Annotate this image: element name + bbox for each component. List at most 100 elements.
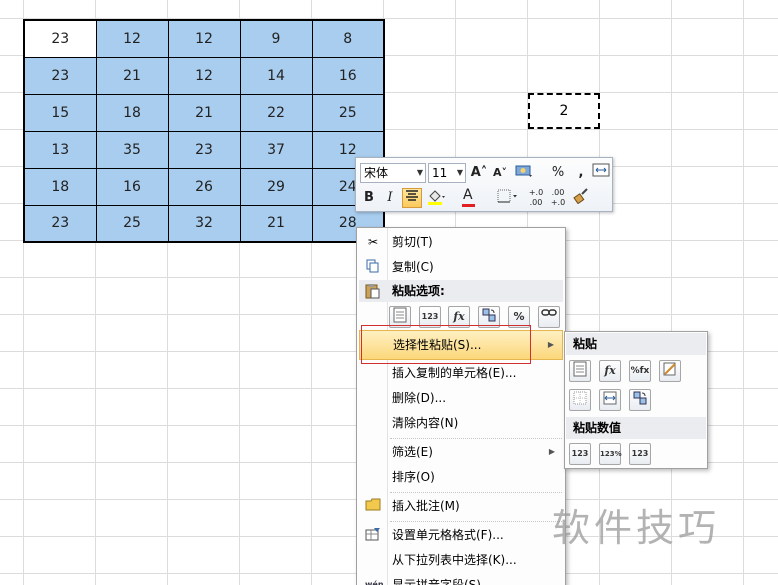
grid-cell[interactable]: 14 xyxy=(239,56,313,95)
comment-icon xyxy=(365,498,381,514)
grid-cell[interactable]: 12 xyxy=(167,19,241,58)
menu-item-label: 清除内容(N) xyxy=(392,416,459,430)
grid-cell[interactable]: 16 xyxy=(311,56,385,95)
menu-item-clear[interactable]: 清除内容(N) xyxy=(359,411,563,435)
grid-cell[interactable]: 12 xyxy=(95,19,169,58)
paste-values-icon[interactable]: 123 xyxy=(569,443,591,465)
font-name-value: 宋体 xyxy=(364,166,389,180)
grid-cell[interactable]: 9 xyxy=(239,19,313,58)
borders-icon[interactable] xyxy=(497,188,517,208)
menu-item-copy[interactable]: 复制(C) xyxy=(359,255,563,279)
chevron-down-icon: ▼ xyxy=(456,168,463,177)
grid-row: 23 21 12 14 16 xyxy=(23,56,385,95)
grid-cell[interactable]: 23 xyxy=(23,19,97,58)
italic-button[interactable]: I xyxy=(380,188,400,208)
grid-cell[interactable]: 32 xyxy=(167,204,241,243)
menu-item-sort[interactable]: 排序(O) xyxy=(359,465,563,489)
paste-link-icon[interactable] xyxy=(538,306,560,328)
grid-cell[interactable]: 16 xyxy=(95,167,169,206)
grid-row: 18 16 26 29 24 xyxy=(23,167,385,206)
menu-item-cut[interactable]: ✂ 剪切(T) xyxy=(359,230,563,254)
copied-cell[interactable]: 2 xyxy=(528,93,600,129)
grid-cell[interactable]: 22 xyxy=(239,93,313,132)
grid-cell[interactable]: 13 xyxy=(23,130,97,169)
menu-separator xyxy=(390,438,562,439)
font-size-combo[interactable]: 11 ▼ xyxy=(428,163,466,183)
font-name-combo[interactable]: 宋体 ▼ xyxy=(360,163,426,183)
paste-values-number-format-icon[interactable]: 123% xyxy=(599,443,622,465)
comma-style-button[interactable]: , xyxy=(571,163,591,183)
menu-item-format-cells[interactable]: 设置单元格格式(F)... xyxy=(359,523,563,547)
watermark: 软件技巧 xyxy=(552,506,721,550)
percent-style-button[interactable]: % xyxy=(548,163,568,183)
data-grid: 23 12 12 9 8 23 21 12 14 16 15 18 21 22 25 13 35 23 37 12 18… xyxy=(23,19,385,243)
menu-item-phonetic[interactable]: wén 显示拼音字段(S) xyxy=(359,573,563,585)
menu-item-label: 插入批注(M) xyxy=(392,499,460,513)
grid-cell[interactable]: 21 xyxy=(167,93,241,132)
menu-item-label: 剪切(T) xyxy=(392,235,433,249)
grid-cell[interactable]: 12 xyxy=(167,56,241,95)
grid-cell[interactable]: 35 xyxy=(95,130,169,169)
scissors-icon: ✂ xyxy=(367,235,379,249)
grid-cell[interactable]: 26 xyxy=(167,167,241,206)
grid-cell[interactable]: 23 xyxy=(23,56,97,95)
paste-formulas-icon[interactable]: fx xyxy=(599,360,621,382)
copy-icon xyxy=(365,259,381,275)
font-color-letter: A xyxy=(463,187,473,203)
phonetic-icon: wén xyxy=(365,580,384,585)
decrease-decimal-button[interactable]: .00 +.0 xyxy=(548,188,568,208)
paste-submenu: 粘贴 fx %fx 粘贴数值 123 123% 123 xyxy=(564,331,708,469)
merge-center-icon[interactable] xyxy=(591,163,611,183)
paste-options-header: 粘贴选项: xyxy=(359,280,563,302)
grid-cell[interactable]: 25 xyxy=(95,204,169,243)
grid-cell[interactable]: 29 xyxy=(239,167,313,206)
paste-transpose-icon[interactable] xyxy=(629,389,651,411)
grid-cell[interactable]: 37 xyxy=(239,130,313,169)
menu-item-delete[interactable]: 删除(D)... xyxy=(359,386,563,410)
grid-cell[interactable]: 8 xyxy=(311,19,385,58)
menu-item-insert-comment[interactable]: 插入批注(M) xyxy=(359,494,563,518)
format-cells-icon xyxy=(365,527,381,543)
grid-row: 13 35 23 37 12 xyxy=(23,130,385,169)
menu-item-label: 显示拼音字段(S) xyxy=(392,578,481,585)
grid-cell[interactable]: 23 xyxy=(167,130,241,169)
shrink-font-button[interactable]: A˅ xyxy=(490,163,510,183)
menu-item-label: 从下拉列表中选择(K)... xyxy=(392,553,517,567)
grid-cell[interactable]: 21 xyxy=(95,56,169,95)
grid-cell[interactable]: 23 xyxy=(23,204,97,243)
menu-item-label: 设置单元格格式(F)... xyxy=(392,528,504,542)
chevron-right-icon: ▶ xyxy=(547,340,554,349)
increase-decimal-button[interactable]: +.0 .00 xyxy=(526,188,546,208)
paste-column-widths-icon[interactable] xyxy=(599,389,621,411)
accounting-format-icon[interactable] xyxy=(514,163,534,183)
grid-cell[interactable]: 21 xyxy=(239,204,313,243)
bold-button[interactable]: B xyxy=(359,188,379,208)
paste-formulas-number-format-icon[interactable]: %fx xyxy=(629,360,651,382)
grid-cell[interactable]: 18 xyxy=(95,93,169,132)
paste-no-borders-icon[interactable] xyxy=(569,389,591,411)
chevron-right-icon: ▶ xyxy=(548,447,555,456)
menu-separator xyxy=(390,521,562,522)
menu-item-pick-list[interactable]: 从下拉列表中选择(K)... xyxy=(359,548,563,572)
mini-toolbar: 宋体 ▼ 11 ▼ A˄ A˅ % , B I A +.0 .00 .00 +.… xyxy=(355,157,613,212)
context-menu: ✂ 剪切(T) 复制(C) 粘贴选项: 123 fx % 选择性粘贴(S)...… xyxy=(356,227,566,585)
paste-keep-source-format-icon[interactable] xyxy=(659,360,681,382)
menu-separator xyxy=(390,492,562,493)
grid-row: 15 18 21 22 25 xyxy=(23,93,385,132)
menu-item-label: 筛选(E) xyxy=(392,445,433,459)
grid-cell[interactable]: 18 xyxy=(23,167,97,206)
paste-all-icon[interactable] xyxy=(569,360,591,382)
grid-cell[interactable]: 25 xyxy=(311,93,385,132)
paste-values-source-format-icon[interactable]: 123 xyxy=(629,443,651,465)
grid-cell[interactable]: 15 xyxy=(23,93,97,132)
menu-item-filter[interactable]: 筛选(E) ▶ xyxy=(359,440,563,464)
font-color-button[interactable]: A xyxy=(459,187,479,208)
align-center-button[interactable] xyxy=(402,188,422,208)
grid-row: 23 25 32 21 28 xyxy=(23,204,385,243)
menu-item-insert-copied[interactable]: 插入复制的单元格(E)... xyxy=(359,361,563,385)
submenu-header-paste: 粘贴 xyxy=(566,333,706,355)
grow-font-button[interactable]: A˄ xyxy=(469,163,489,183)
fill-color-icon[interactable] xyxy=(426,188,446,208)
submenu-header-values: 粘贴数值 xyxy=(566,417,706,439)
format-painter-icon[interactable] xyxy=(571,188,591,208)
